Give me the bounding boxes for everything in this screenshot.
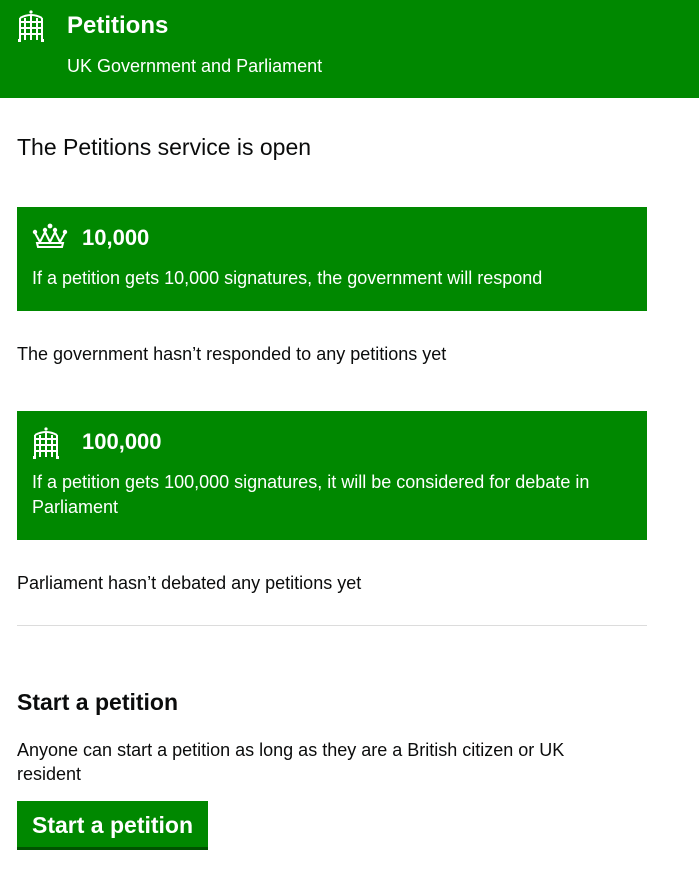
start-petition-heading: Start a petition [17, 689, 179, 715]
site-title-link[interactable]: Petitions [67, 12, 168, 40]
portcullis-icon [18, 10, 44, 42]
site-subtitle: UK Government and Parliament [67, 56, 323, 76]
parliament-debate-status: Parliament hasn’t debated any petitions … [17, 573, 362, 593]
threshold-count: 10,000 [82, 225, 150, 250]
threshold-panel-government: 10,000 If a petition gets 10,000 signatu… [17, 207, 647, 311]
service-status-heading: The Petitions service is open [17, 134, 312, 160]
start-petition-button[interactable]: Start a petition [17, 801, 209, 850]
site-header: Petitions UK Government and Parliament [0, 0, 699, 98]
crown-icon [32, 223, 68, 248]
threshold-description: If a petition gets 10,000 signatures, th… [32, 268, 543, 288]
government-response-status: The government hasn’t responded to any p… [17, 344, 447, 364]
section-divider [17, 625, 647, 626]
threshold-description: If a petition gets 100,000 signatures, i… [32, 472, 590, 517]
start-petition-text: Anyone can start a petition as long as t… [17, 740, 565, 784]
portcullis-icon [33, 427, 59, 459]
threshold-panel-parliament: 100,000 If a petition gets 100,000 signa… [17, 411, 647, 540]
threshold-count: 100,000 [82, 429, 162, 454]
